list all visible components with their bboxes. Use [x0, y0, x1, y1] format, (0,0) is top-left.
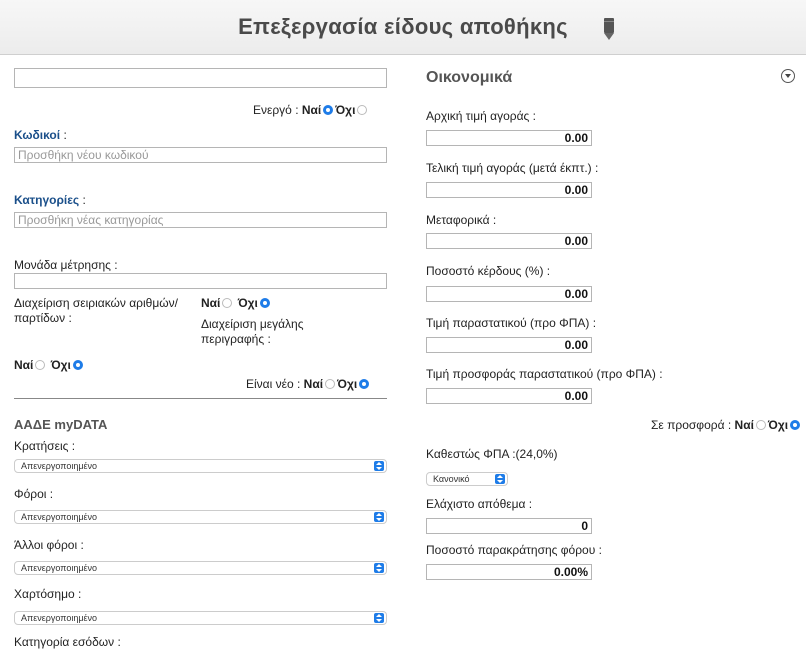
- page-header: Επεξεργασία είδους αποθήκης: [0, 0, 806, 55]
- is-new-yes-radio[interactable]: [325, 379, 336, 389]
- pencil-icon[interactable]: [603, 18, 615, 40]
- chevron-updown-icon: [374, 461, 384, 471]
- categories-input[interactable]: Προσθήκη νέας κατηγορίας: [14, 212, 387, 228]
- serials-yes-radio[interactable]: [222, 298, 233, 308]
- chevron-updown-icon: [374, 563, 384, 573]
- active-no-radio[interactable]: [357, 105, 368, 115]
- is-new-row: Είναι νέο : Ναί Όχι: [246, 377, 371, 391]
- long-desc-radios: Ναί Όχι: [14, 358, 85, 372]
- final-price-label: Τελική τιμή αγοράς (μετά έκπτ.) :: [426, 161, 599, 175]
- shipping-input[interactable]: 0.00: [426, 233, 592, 249]
- serials-label-2: παρτίδων :: [14, 311, 72, 325]
- final-price-input[interactable]: 0.00: [426, 182, 592, 198]
- serials-radios: Ναί Όχι: [201, 296, 272, 310]
- long-desc-label-2: περιγραφής :: [201, 332, 271, 346]
- chevron-updown-icon: [374, 613, 384, 623]
- financial-title: Οικονομικά: [426, 69, 513, 86]
- on-offer-no-radio[interactable]: [790, 420, 801, 430]
- taxes-label: Φόροι :: [14, 487, 54, 501]
- unit-label: Μονάδα μέτρησης :: [14, 258, 118, 272]
- serials-label: Διαχείριση σειριακών αριθμών/: [14, 296, 178, 310]
- chevron-updown-icon: [374, 512, 384, 522]
- profit-percent-input[interactable]: 0.00: [426, 286, 592, 302]
- withholding-percent-label: Ποσοστό παρακράτησης φόρου :: [426, 543, 602, 557]
- active-row: Ενεργό : Ναί Όχι: [253, 103, 369, 117]
- profit-percent-label: Ποσοστό κέρδους (%) :: [426, 264, 551, 278]
- vat-label: Καθεστώς ΦΠΑ :(24,0%): [426, 447, 558, 461]
- initial-price-label: Αρχική τιμή αγοράς :: [426, 109, 536, 123]
- initial-price-input[interactable]: 0.00: [426, 130, 592, 146]
- categories-label: Κατηγορίες :: [14, 193, 86, 207]
- codes-input[interactable]: Προσθήκη νέου κωδικού: [14, 147, 387, 163]
- on-offer-row: Σε προσφορά : Ναί Όχι: [651, 418, 802, 432]
- is-new-no-radio[interactable]: [359, 379, 370, 389]
- other-taxes-label: Άλλοι φόροι :: [14, 538, 84, 552]
- divider: [14, 398, 387, 399]
- stamp-duty-select[interactable]: Απενεργοποιημένο: [14, 611, 387, 625]
- long-desc-label: Διαχείριση μεγάλης: [201, 317, 304, 331]
- page-title: Επεξεργασία είδους αποθήκης: [238, 14, 568, 39]
- codes-label: Κωδικοί :: [14, 128, 67, 142]
- taxes-select[interactable]: Απενεργοποιημένο: [14, 510, 387, 524]
- offer-price-label: Τιμή προσφοράς παραστατικού (προ ΦΠΑ) :: [426, 367, 663, 381]
- on-offer-yes-radio[interactable]: [755, 420, 766, 430]
- document-price-input[interactable]: 0.00: [426, 337, 592, 353]
- mydata-title: ΑΑΔΕ myDATA: [14, 417, 108, 432]
- active-yes-radio[interactable]: [323, 105, 334, 115]
- income-category-label: Κατηγορία εσόδων :: [14, 635, 121, 649]
- unit-input[interactable]: [14, 273, 387, 289]
- serials-no-radio[interactable]: [259, 298, 270, 308]
- min-stock-input[interactable]: 0: [426, 518, 592, 534]
- withholding-percent-input[interactable]: 0.00%: [426, 564, 592, 580]
- stamp-duty-label: Χαρτόσημο :: [14, 587, 82, 601]
- collapse-icon[interactable]: [781, 69, 795, 83]
- withholdings-label: Κρατήσεις :: [14, 439, 76, 453]
- chevron-updown-icon: [495, 474, 505, 484]
- withholdings-select[interactable]: Απενεργοποιημένο: [14, 459, 387, 473]
- other-taxes-select[interactable]: Απενεργοποιημένο: [14, 561, 387, 575]
- long-desc-yes-radio[interactable]: [35, 360, 46, 370]
- offer-price-input[interactable]: 0.00: [426, 388, 592, 404]
- long-desc-no-radio[interactable]: [72, 360, 83, 370]
- document-price-label: Τιμή παραστατικού (προ ΦΠΑ) :: [426, 316, 597, 330]
- min-stock-label: Ελάχιστο απόθεμα :: [426, 497, 533, 511]
- item-name-input[interactable]: [14, 68, 387, 88]
- vat-select[interactable]: Κανονικό: [426, 472, 508, 486]
- shipping-label: Μεταφορικά :: [426, 213, 497, 227]
